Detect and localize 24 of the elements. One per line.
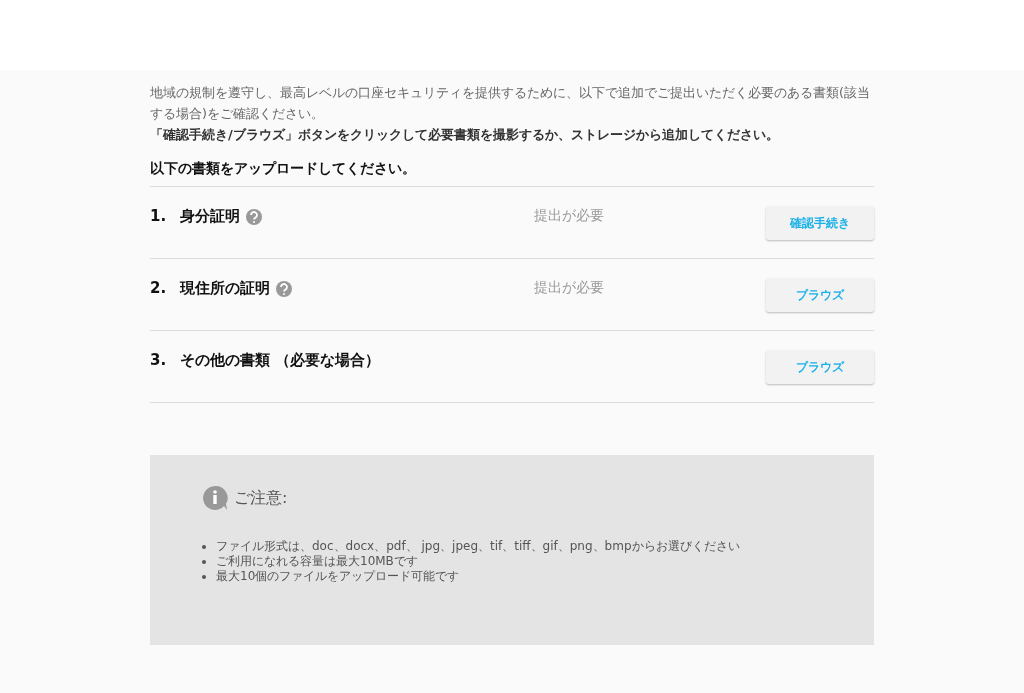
status-text: 提出が必要 [534,207,605,225]
help-icon[interactable] [276,280,292,297]
notice-item: ファイル形式は、doc、docx、pdf、 jpg、jpeg、tif、tiff、gif、png、bmpからお選びください [216,539,740,554]
document-title: その他の書類 （必要な場合） [180,351,381,370]
instruction-text: 「確認手続き/ブラウズ」ボタンをクリックして必要書類を撮影するか、ストレージから追加してください。 [150,126,780,144]
document-number: 1. [150,207,168,225]
notice-title: ご注意: [234,487,288,509]
bullet-icon [202,574,206,579]
notice-item: 最大10個のファイルをアップロード可能です [216,569,460,584]
notice-item: ご利用になれる容量は最大10MBです [216,554,418,569]
upload-heading: 以下の書類をアップロードしてください。 [150,160,874,187]
document-title: 現住所の証明 [180,279,270,298]
bullet-icon [202,544,206,549]
upload-button[interactable]: 確認手続き [766,206,874,240]
help-icon[interactable] [246,208,262,225]
upload-button[interactable]: ブラウズ [766,350,874,384]
upload-button[interactable]: ブラウズ [766,278,874,312]
status-text: 提出が必要 [534,279,605,297]
intro-paragraph: 地域の規制を遵守し、最高レベルの口座セキュリティを提供するために、以下で追加でご提出いただく必要のある書類(該当する場合)をご確認ください。 [150,84,871,123]
document-number: 2. [150,279,168,297]
document-title: 身分証明 [180,207,240,226]
document-number: 3. [150,351,168,369]
bullet-icon [202,559,206,564]
info-icon [202,485,228,511]
